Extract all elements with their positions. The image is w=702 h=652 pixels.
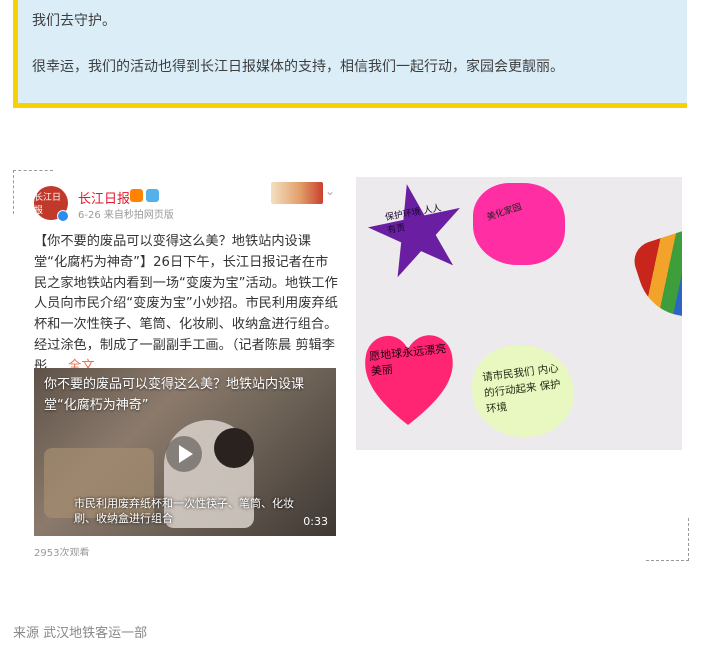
whiteboard-photo: 保护环境 人人有责 美化家园 愿地球永远漂亮美丽 请市民我们 内心的行动起来 保… bbox=[356, 177, 682, 450]
video-title: 你不要的废品可以变得这么美？地铁站内设课堂“化腐朽为神奇” bbox=[44, 377, 305, 413]
header-banner-image bbox=[271, 182, 323, 204]
flower-note-text: 请市民我们 内心的行动起来 保护环境 bbox=[481, 362, 562, 416]
video-scene-hair bbox=[214, 428, 254, 468]
cloud-sticky-note bbox=[473, 183, 565, 265]
quote-line-1: 我们去守护。 bbox=[32, 13, 116, 29]
rainbow-drawing bbox=[629, 229, 682, 330]
post-body: 【你不要的废品可以变得这么美？地铁站内设课堂“化腐朽为神奇”】26日下午，长江日… bbox=[34, 234, 338, 374]
video-subtitle: 市民利用废弃纸杯和一次性筷子、笔筒、化妆刷、收纳盒进行组合 bbox=[74, 497, 294, 525]
verified-icon bbox=[57, 210, 69, 222]
weibo-card[interactable]: 长江日报 长江日报 6-26 来自秒拍网页版 ⌄ 【你不要的废品可以变得这么美？… bbox=[26, 176, 344, 556]
quote-line-2: 很幸运，我们的活动也得到长江日报媒体的支持，相信我们一起行动，家园会更靓丽。 bbox=[32, 59, 564, 75]
camera-badge-icon bbox=[146, 189, 159, 202]
source-caption: 来源 武汉地铁客运一部 bbox=[13, 626, 148, 641]
star-sticky-note bbox=[359, 177, 475, 290]
video-player[interactable]: 你不要的废品可以变得这么美？地铁站内设课堂“化腐朽为神奇” 市民利用废弃纸杯和一… bbox=[34, 368, 336, 536]
chevron-down-icon[interactable]: ⌄ bbox=[325, 184, 335, 198]
emoji-badge-icon bbox=[130, 189, 143, 202]
frame-corner-bottom-right bbox=[646, 518, 689, 561]
account-name[interactable]: 长江日报 bbox=[78, 188, 130, 207]
post-text: 【你不要的废品可以变得这么美？地铁站内设课堂“化腐朽为神奇”】26日下午，长江日… bbox=[34, 232, 338, 378]
badge-icons bbox=[130, 189, 159, 202]
video-duration: 0:33 bbox=[303, 515, 328, 528]
play-icon[interactable] bbox=[166, 436, 202, 472]
post-meta: 6-26 来自秒拍网页版 bbox=[78, 210, 174, 221]
quote-box: 我们去守护。 很幸运，我们的活动也得到长江日报媒体的支持，相信我们一起行动，家园… bbox=[13, 0, 687, 108]
view-count: 2953次观看 bbox=[34, 548, 90, 556]
star-note-text: 保护环境 人人有责 bbox=[384, 203, 443, 237]
